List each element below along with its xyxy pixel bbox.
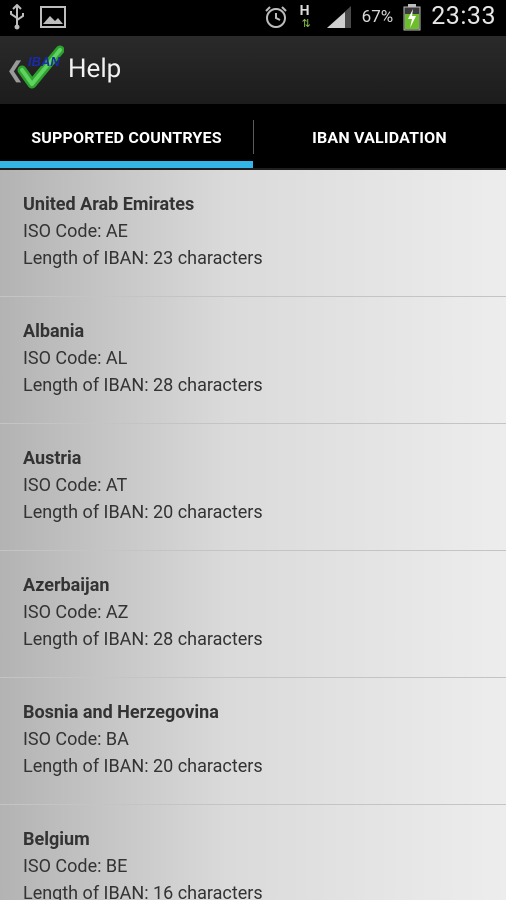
iso-code: ISO Code: AL bbox=[23, 348, 128, 369]
country-name: Belgium bbox=[23, 829, 90, 850]
status-bar: H ⇅ 67% 23:33 bbox=[0, 0, 506, 36]
iso-code: ISO Code: BE bbox=[23, 856, 128, 877]
country-list[interactable]: United Arab Emirates ISO Code: AE Length… bbox=[0, 170, 506, 900]
list-item[interactable]: Azerbaijan ISO Code: AZ Length of IBAN: … bbox=[0, 551, 506, 678]
clock: 23:33 bbox=[431, 2, 496, 31]
country-name: Azerbaijan bbox=[23, 575, 110, 596]
iban-length: Length of IBAN: 20 characters bbox=[23, 502, 263, 523]
iban-length: Length of IBAN: 28 characters bbox=[23, 375, 263, 396]
signal-icon bbox=[326, 5, 351, 28]
country-name: Albania bbox=[23, 321, 85, 342]
action-bar: ❮ IBAN Help bbox=[0, 36, 506, 105]
network-type-icon: H ⇅ bbox=[299, 2, 311, 30]
list-item[interactable]: Belgium ISO Code: BE Length of IBAN: 16 … bbox=[0, 805, 506, 900]
battery-percent: 67% bbox=[361, 6, 394, 27]
status-left-icons bbox=[8, 4, 66, 30]
iban-length: Length of IBAN: 20 characters bbox=[23, 756, 263, 777]
status-right-icons: H ⇅ 67% 23:33 bbox=[264, 2, 496, 31]
iso-code: ISO Code: AE bbox=[23, 221, 128, 242]
list-item[interactable]: Albania ISO Code: AL Length of IBAN: 28 … bbox=[0, 297, 506, 424]
iban-length: Length of IBAN: 16 characters bbox=[23, 883, 263, 900]
iso-code: ISO Code: AZ bbox=[23, 602, 129, 623]
battery-charging-icon bbox=[403, 3, 421, 30]
page-title: Help bbox=[68, 54, 122, 84]
list-item[interactable]: Austria ISO Code: AT Length of IBAN: 20 … bbox=[0, 424, 506, 551]
image-icon bbox=[40, 6, 66, 28]
country-name: United Arab Emirates bbox=[23, 194, 195, 215]
list-item[interactable]: United Arab Emirates ISO Code: AE Length… bbox=[0, 170, 506, 297]
usb-icon bbox=[10, 4, 24, 30]
tab-iban-validation[interactable]: IBAN VALIDATION bbox=[253, 104, 506, 170]
iban-length: Length of IBAN: 28 characters bbox=[23, 629, 263, 650]
country-name: Austria bbox=[23, 448, 82, 469]
logo-text: IBAN bbox=[28, 54, 60, 69]
iso-code: ISO Code: BA bbox=[23, 729, 129, 750]
country-name: Bosnia and Herzegovina bbox=[23, 702, 219, 723]
alarm-icon bbox=[264, 5, 287, 28]
list-item[interactable]: Bosnia and Herzegovina ISO Code: BA Leng… bbox=[0, 678, 506, 805]
iso-code: ISO Code: AT bbox=[23, 475, 128, 496]
app-logo: IBAN bbox=[17, 45, 64, 89]
iban-length: Length of IBAN: 23 characters bbox=[23, 248, 263, 269]
